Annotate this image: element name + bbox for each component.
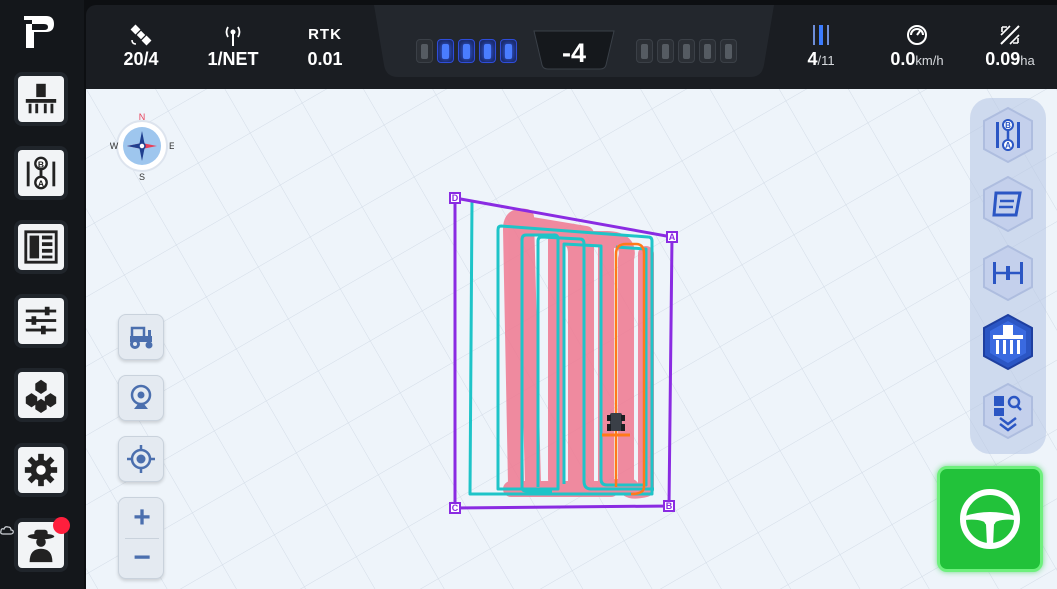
- ab-line-icon: B A: [26, 156, 56, 190]
- status-bar: 20/4 1/NET RTK 0.01 -4 4/11 0.0km/h 0.09…: [86, 5, 1057, 89]
- satellite-status[interactable]: 20/4: [114, 23, 168, 70]
- pass-number: 4: [807, 49, 818, 69]
- pass-lines-icon: [796, 23, 846, 47]
- ab-line-tile: B A: [18, 150, 64, 196]
- svg-text:B: B: [1005, 121, 1011, 130]
- pass-counter[interactable]: 4/11: [796, 23, 846, 70]
- line-offset-value: -4: [561, 38, 586, 68]
- left-led: [479, 39, 496, 63]
- farmer-avatar-icon: [27, 529, 55, 563]
- sidebar: B A: [0, 0, 84, 589]
- svg-text:B: B: [38, 159, 44, 169]
- right-led: [657, 39, 674, 63]
- area-icon: [978, 23, 1042, 47]
- svg-text:A: A: [38, 178, 44, 188]
- sidebar-item-ab-line[interactable]: B A: [14, 146, 68, 200]
- modules-icon: [25, 379, 57, 414]
- area-readout[interactable]: 0.09ha: [978, 23, 1042, 70]
- compass[interactable]: N S E W: [110, 111, 175, 182]
- implement-view-icon: [983, 313, 1033, 371]
- satellite-icon: [114, 23, 168, 47]
- app-root: B A 20/4 1/NET RTK 0.01 -4 4/11 0.0km/h …: [0, 0, 1057, 589]
- right-led: [636, 39, 653, 63]
- implement-view-button[interactable]: [980, 313, 1036, 371]
- implement-width-button[interactable]: [980, 244, 1036, 302]
- sidebar-item-settings-sliders[interactable]: [14, 294, 68, 348]
- gear-tile: [18, 447, 64, 493]
- auto-steer-button[interactable]: [937, 466, 1043, 572]
- rtk-value: 0.01: [307, 49, 343, 69]
- modules-tile: [18, 372, 64, 418]
- right-tool-panel: B A: [970, 98, 1046, 454]
- camera-icon: [130, 384, 152, 409]
- gear-icon: [24, 453, 58, 487]
- right-led: [699, 39, 716, 63]
- boundary-label-b: B: [666, 501, 673, 511]
- sidebar-item-field-data[interactable]: [14, 220, 68, 274]
- field-search-button[interactable]: [980, 382, 1036, 440]
- implement-tile: [18, 76, 64, 122]
- steering-wheel-icon: [960, 489, 1020, 549]
- cloud-icon: [0, 522, 14, 535]
- zoom-in-button[interactable]: +: [119, 498, 165, 538]
- compass-n: N: [139, 112, 146, 122]
- speed-value: 0.0: [890, 49, 916, 69]
- boundary-label-c: C: [452, 503, 459, 513]
- satellite-count: 20/4: [123, 49, 159, 69]
- network-value: 1/NET: [207, 49, 259, 69]
- pass-total: /11: [817, 53, 835, 68]
- left-led: [500, 39, 517, 63]
- sidebar-item-system-settings[interactable]: [14, 443, 68, 497]
- locate-button[interactable]: [118, 436, 164, 482]
- left-deviation-leds: [416, 39, 517, 63]
- speed-readout[interactable]: 0.0km/h: [882, 23, 952, 70]
- ab-mode-icon: B A: [983, 106, 1033, 164]
- right-led: [678, 39, 695, 63]
- speedometer-icon: [882, 23, 952, 47]
- field-canvas: D A B C: [86, 89, 1057, 589]
- area-value: 0.09: [985, 49, 1021, 69]
- sliders-tile: [18, 298, 64, 344]
- compass-s: S: [139, 172, 145, 181]
- ab-mode-button[interactable]: B A: [980, 106, 1036, 164]
- line-shift-icon: [983, 175, 1033, 233]
- compass-icon: N S E W: [110, 112, 175, 182]
- left-led: [416, 39, 433, 63]
- field-data-icon: [24, 230, 58, 264]
- lightbar: -4: [374, 5, 774, 81]
- right-deviation-leds: [636, 39, 737, 63]
- sidebar-item-modules[interactable]: [14, 368, 68, 422]
- compass-w: W: [110, 141, 119, 151]
- right-led: [720, 39, 737, 63]
- camera-view-button[interactable]: [118, 375, 164, 421]
- network-status[interactable]: 1/NET: [198, 23, 268, 70]
- coverage-area: [503, 208, 654, 499]
- compass-e: E: [169, 141, 174, 151]
- sidebar-item-implement[interactable]: [14, 72, 68, 126]
- line-shift-button[interactable]: [980, 175, 1036, 233]
- rtk-label: RTK: [308, 26, 342, 43]
- tractor-view-button[interactable]: [118, 314, 164, 360]
- app-logo: [20, 14, 64, 50]
- left-led: [458, 39, 475, 63]
- field-map[interactable]: D A B C N S E W + − B A: [86, 89, 1057, 589]
- field-search-icon: [983, 382, 1033, 440]
- notification-badge: [53, 517, 70, 534]
- left-led: [437, 39, 454, 63]
- zoom-control: + −: [118, 497, 164, 579]
- boundary-label-d: D: [452, 193, 459, 203]
- implement-icon: [25, 83, 57, 114]
- boundary-label-a: A: [669, 232, 676, 242]
- sliders-icon: [25, 306, 57, 335]
- field-data-tile: [18, 224, 64, 270]
- area-unit: ha: [1020, 53, 1035, 68]
- crosshair-icon: [127, 445, 155, 473]
- svg-text:A: A: [1005, 141, 1011, 150]
- width-icon: [983, 244, 1033, 302]
- zoom-out-button[interactable]: −: [119, 538, 165, 578]
- rtk-status[interactable]: RTK 0.01: [298, 23, 352, 70]
- speed-unit: km/h: [915, 53, 944, 68]
- antenna-icon: [198, 23, 268, 47]
- tractor-icon: [130, 326, 153, 349]
